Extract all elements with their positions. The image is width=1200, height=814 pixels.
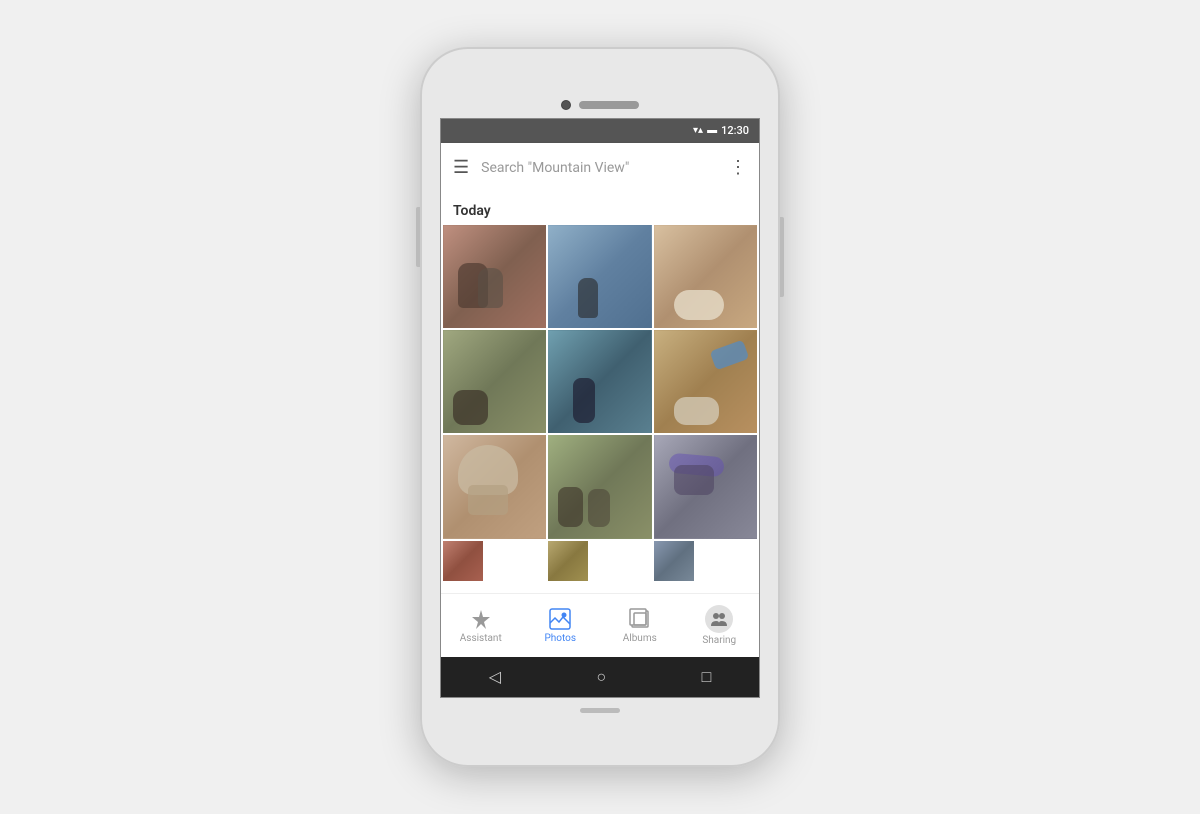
- photo-image: [654, 225, 757, 328]
- photo-image: [654, 435, 757, 538]
- photo-image: [443, 541, 483, 581]
- bottom-nav: Assistant Photos: [441, 593, 759, 657]
- photo-cell[interactable]: [548, 330, 651, 433]
- sharing-people-icon: [710, 610, 728, 628]
- phone-top: [420, 88, 780, 118]
- photo-cell[interactable]: [443, 541, 483, 581]
- photo-image: [443, 435, 546, 538]
- nav-label-assistant: Assistant: [460, 633, 502, 644]
- status-icons: ▾▴ ▬ 12:30: [693, 124, 749, 137]
- speaker: [579, 101, 639, 109]
- nav-item-assistant[interactable]: Assistant: [441, 607, 521, 644]
- photo-cell[interactable]: [443, 435, 546, 538]
- status-time: 12:30: [721, 124, 749, 137]
- photo-image: [654, 330, 757, 433]
- photo-image: [443, 225, 546, 328]
- phone-screen: ▾▴ ▬ 12:30 ☰ Search "Mountain View" ⋮ To…: [440, 118, 760, 698]
- assistant-icon: [470, 608, 492, 630]
- phone-bottom: [420, 698, 780, 727]
- photo-cell[interactable]: [548, 435, 651, 538]
- search-placeholder[interactable]: Search "Mountain View": [481, 160, 717, 176]
- camera-dot: [561, 100, 571, 110]
- photo-image: [443, 330, 546, 433]
- back-button[interactable]: ◁: [489, 667, 501, 686]
- photo-cell[interactable]: [654, 541, 694, 581]
- nav-label-photos: Photos: [544, 633, 576, 644]
- photo-cell[interactable]: [548, 225, 651, 328]
- photo-cell[interactable]: [443, 225, 546, 328]
- hamburger-icon[interactable]: ☰: [453, 157, 469, 178]
- home-button[interactable]: ○: [596, 667, 606, 687]
- phone-device: ▾▴ ▬ 12:30 ☰ Search "Mountain View" ⋮ To…: [420, 47, 780, 767]
- photo-cell[interactable]: [443, 330, 546, 433]
- more-options-icon[interactable]: ⋮: [729, 157, 747, 178]
- home-indicator: [580, 708, 620, 713]
- search-bar: ☰ Search "Mountain View" ⋮: [441, 143, 759, 193]
- albums-icon: [629, 608, 651, 630]
- photo-content: Today: [441, 193, 759, 593]
- photo-image: [548, 435, 651, 538]
- photo-image: [548, 541, 588, 581]
- sharing-icon: [705, 605, 733, 633]
- photos-icon: [549, 608, 571, 630]
- nav-item-sharing[interactable]: Sharing: [680, 605, 760, 646]
- photo-cell[interactable]: [654, 330, 757, 433]
- photo-grid: [441, 225, 759, 581]
- recent-button[interactable]: □: [702, 667, 712, 687]
- nav-label-albums: Albums: [623, 633, 657, 644]
- nav-item-albums[interactable]: Albums: [600, 607, 680, 644]
- photo-cell[interactable]: [548, 541, 588, 581]
- section-label-today: Today: [441, 193, 759, 225]
- status-bar: ▾▴ ▬ 12:30: [441, 119, 759, 143]
- photo-cell[interactable]: [654, 225, 757, 328]
- nav-label-sharing: Sharing: [702, 635, 736, 646]
- wifi-icon: ▾▴: [693, 125, 703, 136]
- android-nav-bar: ◁ ○ □: [441, 657, 759, 697]
- nav-item-photos[interactable]: Photos: [521, 607, 601, 644]
- photo-image: [548, 330, 651, 433]
- photo-image: [548, 225, 651, 328]
- photo-image: [654, 541, 694, 581]
- signal-icon: ▬: [707, 125, 717, 136]
- photo-cell[interactable]: [654, 435, 757, 538]
